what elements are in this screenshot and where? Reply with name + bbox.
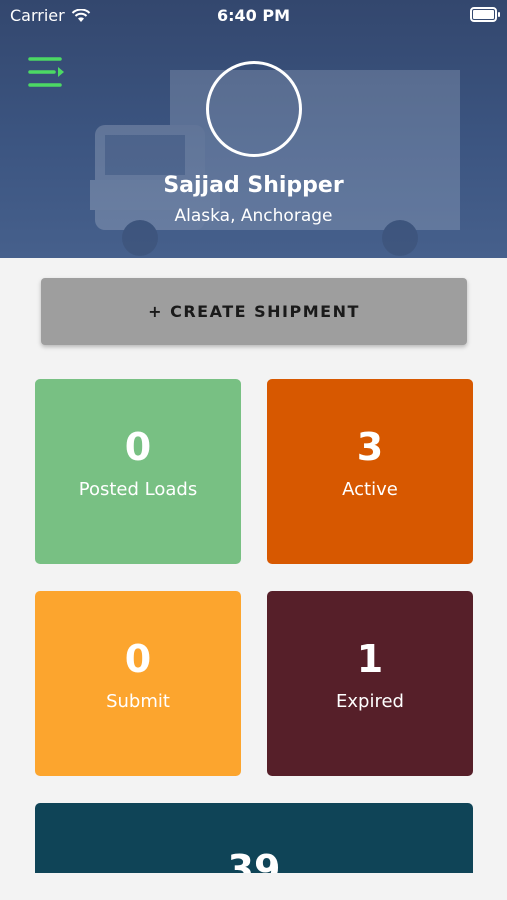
- status-bar: Carrier 6:40 PM: [0, 0, 507, 30]
- posted-loads-tile[interactable]: 0 Posted Loads: [35, 379, 241, 564]
- status-time: 6:40 PM: [216, 6, 290, 25]
- battery-icon: [470, 7, 500, 22]
- submit-count: 0: [124, 637, 152, 681]
- posted-loads-label: Posted Loads: [78, 479, 198, 500]
- expired-tile[interactable]: 1 Expired: [267, 591, 473, 776]
- create-shipment-button[interactable]: + CREATE SHIPMENT: [41, 278, 467, 345]
- profile-location: Alaska, Anchorage: [174, 206, 333, 226]
- active-count: 3: [356, 425, 384, 469]
- active-label: Active: [342, 479, 398, 500]
- expired-count: 1: [356, 637, 384, 681]
- menu-icon[interactable]: [28, 55, 66, 89]
- expired-label: Expired: [336, 691, 404, 712]
- profile-header: Carrier 6:40 PM Sajjad Shipper Alaska, A…: [0, 0, 507, 258]
- bottom-area: [0, 873, 507, 900]
- submit-label: Submit: [106, 691, 170, 712]
- active-tile[interactable]: 3 Active: [267, 379, 473, 564]
- submit-tile[interactable]: 0 Submit: [35, 591, 241, 776]
- avatar[interactable]: [206, 61, 302, 157]
- profile-name: Sajjad Shipper: [163, 173, 344, 198]
- posted-loads-count: 0: [124, 425, 152, 469]
